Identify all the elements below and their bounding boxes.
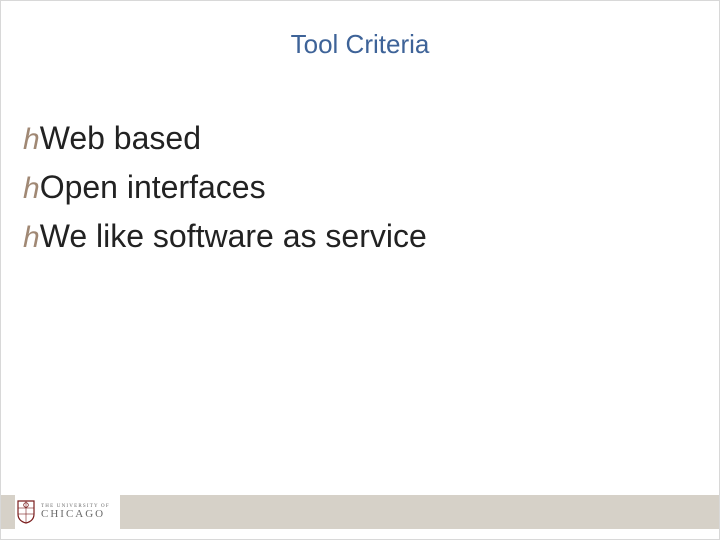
bullet-glyph-icon: h (23, 125, 38, 155)
footer-logo-text: THE UNIVERSITY OF CHICAGO (41, 504, 110, 520)
footer-logo-line2: CHICAGO (41, 509, 110, 520)
bullet-text: Web based (40, 116, 201, 161)
shield-icon (17, 500, 35, 524)
bullet-text: We like software as service (40, 214, 427, 259)
bullet-item: h Open interfaces (23, 165, 697, 210)
slide-title: Tool Criteria (291, 29, 430, 60)
bullet-item: h We like software as service (23, 214, 697, 259)
slide-frame: Tool Criteria h Web based h Open interfa… (0, 0, 720, 540)
bullet-text: Open interfaces (40, 165, 266, 210)
bullet-item: h Web based (23, 116, 697, 161)
bullet-glyph-icon: h (23, 223, 38, 253)
title-band: Tool Criteria (1, 1, 719, 87)
slide-body: h Web based h Open interfaces h We like … (23, 116, 697, 262)
bullet-glyph-icon: h (23, 174, 38, 204)
footer-logo: THE UNIVERSITY OF CHICAGO (15, 495, 120, 529)
